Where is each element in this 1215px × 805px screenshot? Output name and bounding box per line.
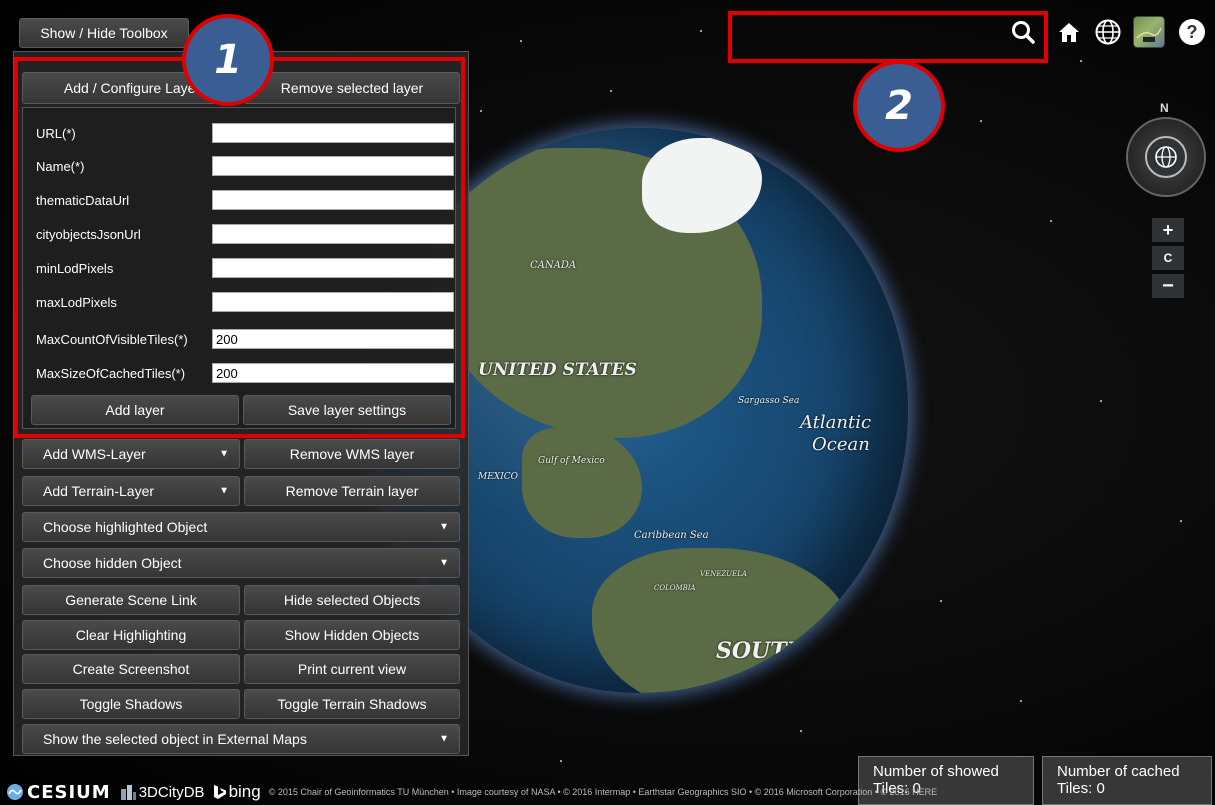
- choose-hidden-object-label: Choose hidden Object: [43, 555, 182, 571]
- svg-text:?: ?: [1187, 22, 1198, 42]
- label-united-states: UNITED STATES: [478, 360, 637, 380]
- compass-globe-icon: [1155, 146, 1177, 168]
- label-atlantic: Atlantic: [800, 412, 872, 433]
- choose-highlighted-object-label: Choose highlighted Object: [43, 519, 208, 535]
- 3dcitydb-logo-icon: [120, 785, 136, 800]
- label-caribbean: Caribbean Sea: [634, 530, 709, 541]
- add-terrain-layer-select[interactable]: Add Terrain-Layer ▼: [22, 476, 240, 506]
- 3dcitydb-logo-text[interactable]: 3DCityDB: [139, 784, 205, 801]
- show-hidden-objects-button[interactable]: Show Hidden Objects: [244, 620, 460, 650]
- add-wms-layer-label: Add WMS-Layer: [43, 446, 146, 462]
- print-current-view-button[interactable]: Print current view: [244, 654, 460, 684]
- cesium-logo-icon: [7, 784, 23, 800]
- external-maps-label: Show the selected object in External Map…: [43, 731, 307, 747]
- label-canada: CANADA: [530, 260, 577, 271]
- cached-tiles-label: Number of cached: [1057, 763, 1180, 780]
- dropdown-caret-icon: ▼: [219, 448, 229, 460]
- home-icon: [1059, 23, 1079, 42]
- credits-text: © 2015 Chair of Geoinformatics TU Münche…: [268, 787, 938, 797]
- search-icon: [1012, 21, 1035, 44]
- navigation-compass[interactable]: [1126, 117, 1206, 197]
- compass-north-label: N: [1160, 101, 1169, 115]
- bing-logo-icon: [213, 785, 226, 799]
- map-thumbnail-icon: [1136, 27, 1162, 42]
- label-gulf: Gulf of Mexico: [538, 456, 605, 466]
- base-layer-picker-button[interactable]: [1133, 16, 1165, 48]
- greenland-ice: [642, 138, 762, 233]
- add-wms-layer-select[interactable]: Add WMS-Layer ▼: [22, 439, 240, 469]
- create-screenshot-button[interactable]: Create Screenshot: [22, 654, 240, 684]
- label-venezuela: VENEZUELA: [700, 570, 747, 578]
- clear-highlighting-button[interactable]: Clear Highlighting: [22, 620, 240, 650]
- dropdown-caret-icon: ▼: [439, 557, 449, 569]
- label-sargasso: Sargasso Sea: [738, 396, 800, 406]
- central-america-land: [522, 428, 642, 538]
- search-button[interactable]: [1007, 16, 1039, 48]
- globe-icon: [1095, 19, 1121, 45]
- cached-tiles-value: Tiles: 0: [1057, 780, 1105, 797]
- remove-terrain-layer-button[interactable]: Remove Terrain layer: [244, 476, 460, 506]
- label-ocean: Ocean: [812, 434, 870, 455]
- label-south: SOUTH: [716, 638, 808, 664]
- annotation-badge-2: 2: [853, 60, 945, 152]
- zoom-in-button[interactable]: +: [1152, 218, 1184, 242]
- add-terrain-layer-label: Add Terrain-Layer: [43, 483, 155, 499]
- label-mexico: MEXICO: [478, 472, 519, 482]
- label-colombia: COLOMBIA: [654, 584, 696, 592]
- external-maps-select[interactable]: Show the selected object in External Map…: [22, 724, 460, 754]
- bing-logo-text[interactable]: bing: [229, 782, 261, 802]
- choose-highlighted-object-select[interactable]: Choose highlighted Object ▼: [22, 512, 460, 542]
- help-icon: ?: [1179, 19, 1205, 45]
- scene-mode-button[interactable]: [1092, 16, 1124, 48]
- annotation-badge-1: 1: [182, 14, 274, 106]
- home-button[interactable]: [1053, 16, 1085, 48]
- hide-selected-objects-button[interactable]: Hide selected Objects: [244, 585, 460, 615]
- remove-wms-layer-button[interactable]: Remove WMS layer: [244, 439, 460, 469]
- dropdown-caret-icon: ▼: [439, 733, 449, 745]
- generate-scene-link-button[interactable]: Generate Scene Link: [22, 585, 240, 615]
- cached-tiles-panel: Number of cached Tiles: 0: [1042, 756, 1212, 805]
- help-button[interactable]: ?: [1176, 16, 1208, 48]
- cesium-logo-text[interactable]: CESIUM: [27, 782, 111, 803]
- annotation-box-1: [14, 57, 465, 438]
- toggle-toolbox-button[interactable]: Show / Hide Toolbox: [19, 18, 189, 48]
- choose-hidden-object-select[interactable]: Choose hidden Object ▼: [22, 548, 460, 578]
- zoom-out-button[interactable]: −: [1152, 274, 1184, 298]
- dropdown-caret-icon: ▼: [219, 485, 229, 497]
- dropdown-caret-icon: ▼: [439, 521, 449, 533]
- credits-bar: CESIUM 3DCityDB bing © 2015 Chair of Geo…: [6, 780, 937, 804]
- zoom-reset-button[interactable]: C: [1152, 246, 1184, 270]
- compass-center-ring[interactable]: [1145, 136, 1187, 178]
- toggle-shadows-button[interactable]: Toggle Shadows: [22, 689, 240, 719]
- toggle-terrain-shadows-button[interactable]: Toggle Terrain Shadows: [244, 689, 460, 719]
- geocoder-search-input[interactable]: [740, 20, 1002, 52]
- showed-tiles-label: Number of showed: [873, 763, 999, 780]
